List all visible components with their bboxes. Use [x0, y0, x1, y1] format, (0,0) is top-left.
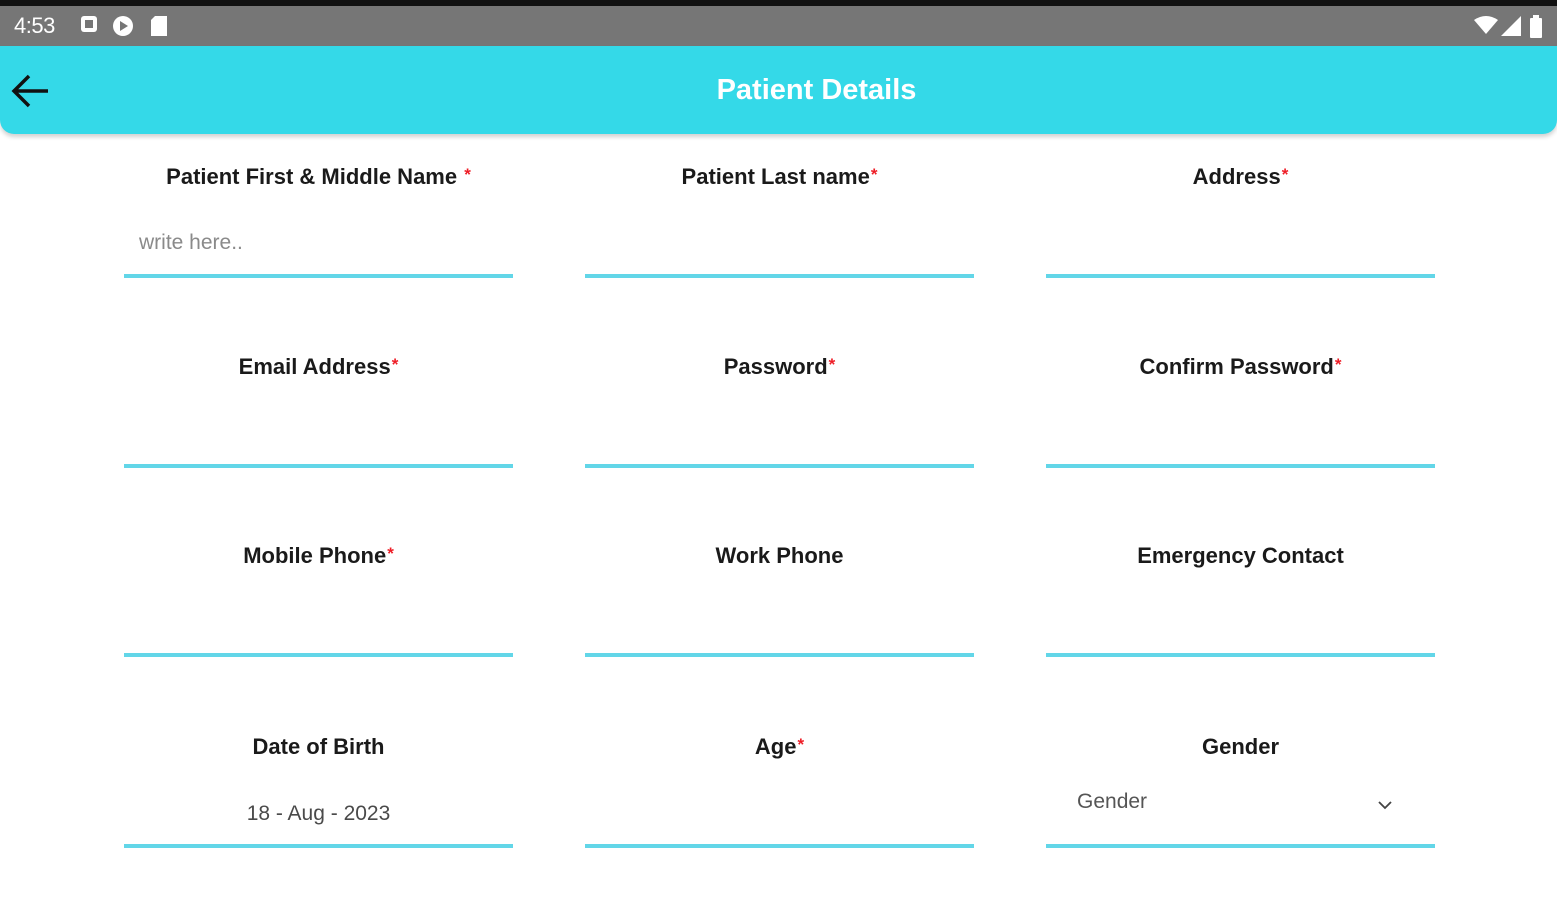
emergency-contact-input[interactable] — [1046, 591, 1435, 657]
required-marker: * — [391, 355, 399, 374]
signal-icon — [1501, 16, 1521, 36]
status-time: 4:53 — [14, 13, 55, 38]
required-marker: * — [870, 165, 878, 184]
page-title: Patient Details — [716, 74, 917, 106]
confirm-password-field: Confirm Password* — [1046, 354, 1435, 504]
email-field: Email Address* — [124, 354, 513, 504]
required-marker: * — [828, 355, 836, 374]
first-middle-name-label: Patient First & Middle Name * — [166, 164, 471, 189]
age-input[interactable] — [585, 782, 974, 848]
age-field: Age* — [585, 734, 974, 884]
required-marker: * — [1281, 165, 1289, 184]
gender-select[interactable]: Gender — [1046, 782, 1435, 848]
mobile-phone-label: Mobile Phone* — [243, 543, 394, 568]
first-middle-name-input[interactable] — [124, 212, 513, 278]
battery-icon — [1530, 15, 1542, 38]
gender-field: Gender Gender — [1046, 734, 1435, 884]
confirm-password-label: Confirm Password* — [1139, 354, 1342, 379]
mobile-phone-field: Mobile Phone* — [124, 543, 513, 693]
emergency-contact-label: Emergency Contact — [1137, 543, 1344, 568]
email-input[interactable] — [124, 402, 513, 468]
age-label: Age* — [754, 734, 805, 759]
mobile-phone-input[interactable] — [124, 591, 513, 657]
work-phone-label: Work Phone — [715, 543, 844, 568]
required-marker: * — [387, 544, 394, 563]
play-store-icon — [113, 16, 133, 36]
last-name-input[interactable] — [585, 212, 974, 278]
work-phone-input[interactable] — [585, 591, 974, 657]
gender-label: Gender — [1201, 734, 1280, 759]
work-phone-field: Work Phone — [585, 543, 974, 693]
required-marker: * — [797, 735, 805, 754]
last-name-label: Patient Last name* — [681, 164, 878, 189]
app-bar: Patient Details — [0, 46, 1557, 134]
date-of-birth-input[interactable] — [124, 782, 513, 848]
address-field: Address* — [1046, 164, 1435, 314]
status-bar: 4:53 — [0, 0, 1557, 46]
password-label: Password* — [723, 354, 836, 379]
last-name-field: Patient Last name* — [585, 164, 974, 314]
required-marker: * — [1334, 355, 1342, 374]
date-of-birth-label: Date of Birth — [252, 734, 385, 759]
notification-square-icon — [81, 16, 97, 32]
date-of-birth-field: Date of Birth — [124, 734, 513, 884]
address-label: Address* — [1192, 164, 1289, 189]
first-middle-name-field: Patient First & Middle Name * — [124, 164, 513, 314]
wifi-icon — [1474, 16, 1498, 34]
emergency-contact-field: Emergency Contact — [1046, 543, 1435, 693]
email-label: Email Address* — [238, 354, 399, 379]
password-field: Password* — [585, 354, 974, 504]
gender-selected-value: Gender — [1077, 790, 1148, 813]
password-input[interactable] — [585, 402, 974, 468]
address-input[interactable] — [1046, 212, 1435, 278]
required-marker: * — [464, 165, 471, 184]
sd-card-icon — [151, 16, 167, 36]
confirm-password-input[interactable] — [1046, 402, 1435, 468]
chevron-down-icon — [1378, 801, 1392, 810]
